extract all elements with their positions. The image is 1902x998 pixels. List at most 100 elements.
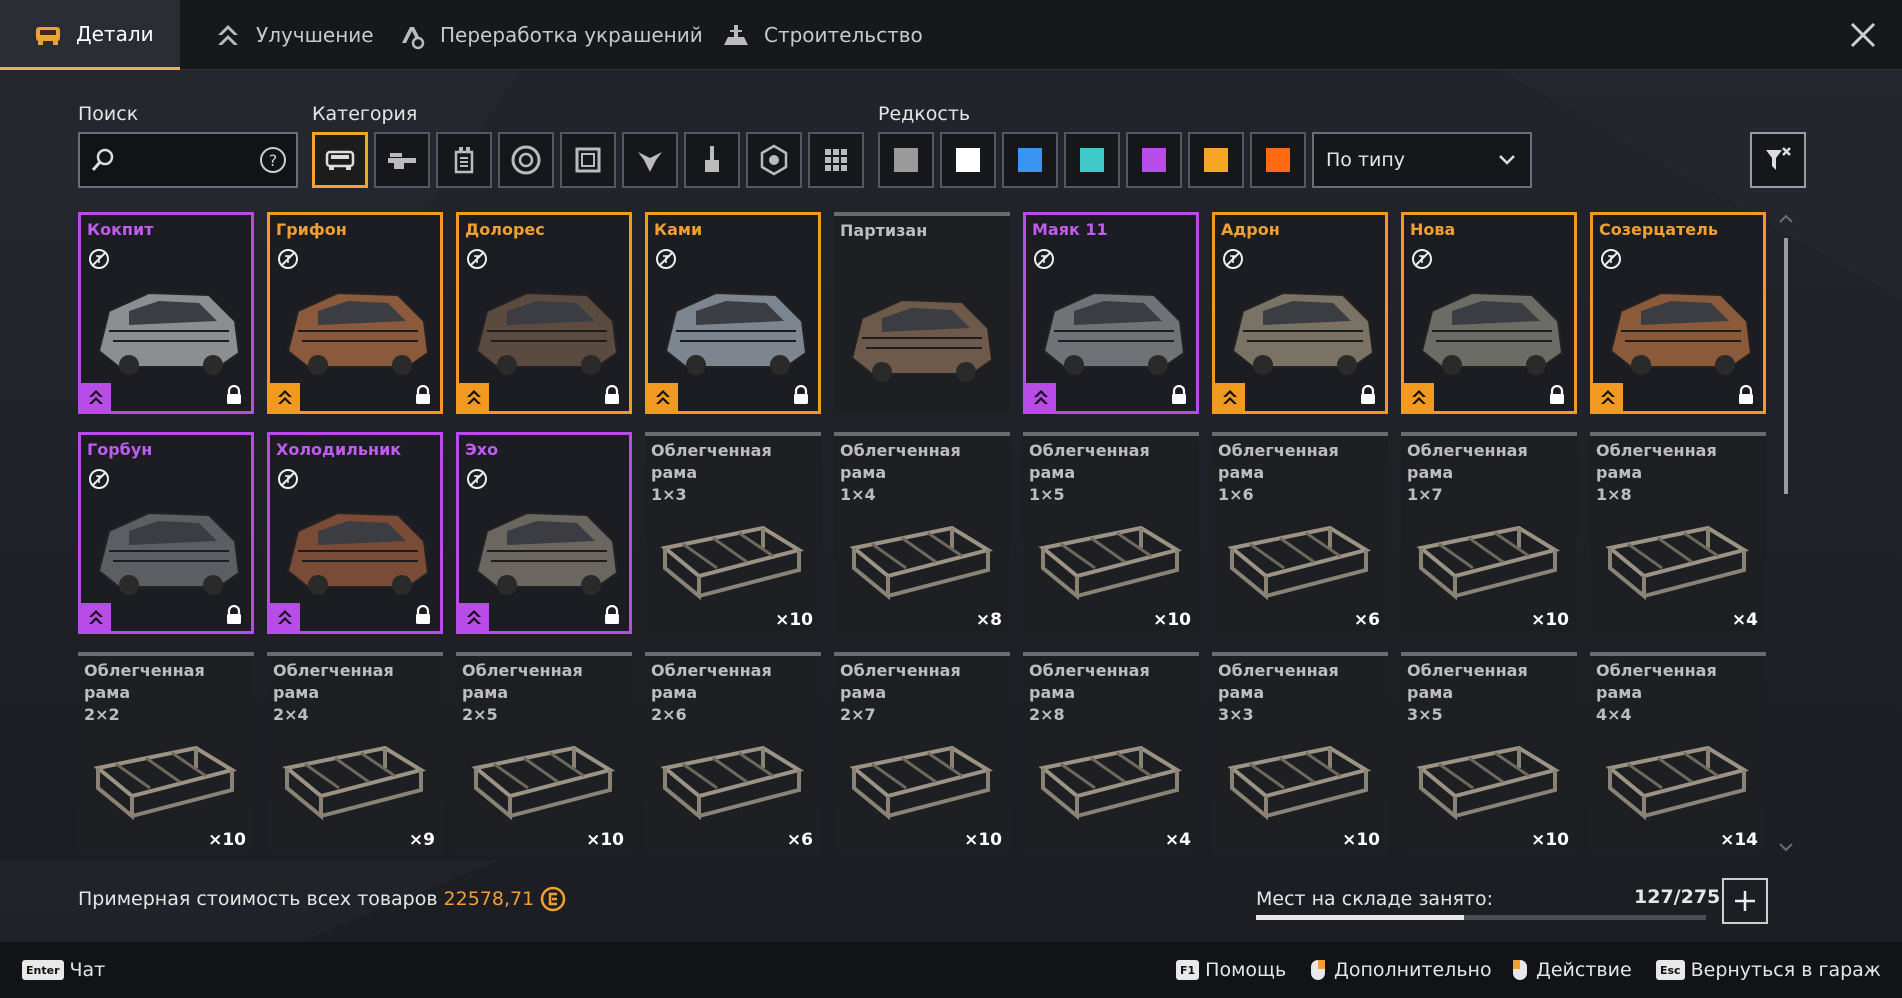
rarity-filter-button[interactable] xyxy=(1002,132,1058,188)
extra-hint[interactable]: Дополнительно xyxy=(1310,942,1492,998)
item-card[interactable]: Облегченная рама 2×2 ×10 xyxy=(78,652,254,854)
scrollbar[interactable] xyxy=(1778,212,1794,854)
item-card[interactable]: Облегченная рама 1×4 ×8 xyxy=(834,432,1010,634)
category-module-button[interactable] xyxy=(746,132,802,188)
search-box[interactable]: ? xyxy=(78,132,298,188)
f1-key-icon: F1 xyxy=(1176,960,1200,980)
item-card[interactable]: Облегченная рама 1×7 ×10 xyxy=(1401,432,1577,634)
item-card[interactable]: Партизан xyxy=(834,212,1010,414)
category-all-button[interactable] xyxy=(808,132,864,188)
item-name: Облегченная рама 2×8 xyxy=(1029,661,1150,724)
item-card[interactable]: Адрон xyxy=(1212,212,1388,414)
item-name: Горбун xyxy=(87,440,153,459)
item-quantity: ×9 xyxy=(408,830,435,850)
weapon-icon xyxy=(388,153,416,169)
rarity-swatch xyxy=(1018,148,1042,172)
plus-icon xyxy=(1735,891,1755,911)
rarity-filter-button[interactable] xyxy=(878,132,934,188)
rarity-filter-button[interactable] xyxy=(1250,132,1306,188)
tab-details[interactable]: Детали xyxy=(0,0,180,70)
category-decor-button[interactable] xyxy=(622,132,678,188)
not-tradeable-icon xyxy=(467,249,487,269)
scrollbar-thumb[interactable] xyxy=(1784,238,1788,494)
item-card[interactable]: Облегченная рама 1×3 ×10 xyxy=(645,432,821,634)
item-card[interactable]: Облегченная рама 4×4 ×14 xyxy=(1590,652,1766,854)
item-quantity: ×10 xyxy=(586,830,624,850)
category-label: Категория xyxy=(312,103,418,125)
item-image xyxy=(1227,745,1372,821)
category-paint-button[interactable] xyxy=(684,132,740,188)
category-frame-button[interactable] xyxy=(560,132,616,188)
rank-chevrons-icon xyxy=(1034,390,1048,404)
not-tradeable-icon xyxy=(1412,249,1432,269)
top-navigation: Детали Улучшение Переработка украшений С… xyxy=(0,0,1902,70)
category-weapon-button[interactable] xyxy=(374,132,430,188)
rarity-filter-button[interactable] xyxy=(1126,132,1182,188)
item-name: Облегченная рама 3×3 xyxy=(1218,661,1339,724)
rank-chevrons-icon xyxy=(1223,390,1237,404)
lock-icon xyxy=(1550,385,1564,404)
item-card[interactable]: Эхо xyxy=(456,432,632,634)
tab-label: Переработка украшений xyxy=(440,23,703,47)
close-icon[interactable] xyxy=(1846,18,1880,52)
item-card[interactable]: Холодильник xyxy=(267,432,443,634)
help-circle-icon[interactable]: ? xyxy=(258,145,288,175)
item-card[interactable]: Ками xyxy=(645,212,821,414)
footer-hints: Enter Чат F1 Помощь Дополнительно Действ… xyxy=(0,942,1902,998)
rank-chevrons-icon xyxy=(89,390,103,404)
tab-construction[interactable]: Строительство xyxy=(688,0,945,70)
item-card[interactable]: Облегченная рама 2×6 ×6 xyxy=(645,652,821,854)
expand-storage-button[interactable] xyxy=(1722,878,1768,924)
item-card[interactable]: Облегченная рама 1×8 ×4 xyxy=(1590,432,1766,634)
item-card[interactable]: Долорес xyxy=(456,212,632,414)
item-card[interactable]: Кокпит xyxy=(78,212,254,414)
lock-icon xyxy=(416,385,430,404)
action-hint[interactable]: Действие xyxy=(1512,942,1632,998)
item-card[interactable]: Облегченная рама 2×8 ×4 xyxy=(1023,652,1199,854)
rank-badge xyxy=(270,383,300,411)
item-card[interactable]: Облегченная рама 3×5 ×10 xyxy=(1401,652,1577,854)
back-to-garage-hint[interactable]: Esc Вернуться в гараж xyxy=(1656,942,1881,998)
rank-badge xyxy=(648,383,678,411)
item-card[interactable]: Облегченная рама 1×5 ×10 xyxy=(1023,432,1199,634)
search-input[interactable] xyxy=(127,149,247,171)
rarity-filter-button[interactable] xyxy=(1188,132,1244,188)
item-name: Маяк 11 xyxy=(1032,220,1108,239)
lock-icon xyxy=(227,605,241,624)
item-card[interactable]: Облегченная рама 2×5 ×10 xyxy=(456,652,632,854)
item-card[interactable]: Грифон xyxy=(267,212,443,414)
help-hint[interactable]: F1 Помощь xyxy=(1176,942,1286,998)
item-image xyxy=(282,745,427,821)
item-card[interactable]: Маяк 11 xyxy=(1023,212,1199,414)
rank-badge xyxy=(81,383,111,411)
sort-select[interactable]: По типу xyxy=(1312,132,1532,188)
rarity-swatch xyxy=(1142,148,1166,172)
item-card[interactable]: Созерцатель xyxy=(1590,212,1766,414)
rank-chevrons-icon xyxy=(1601,390,1615,404)
item-card[interactable]: Нова xyxy=(1401,212,1577,414)
category-cabin-button[interactable] xyxy=(312,132,368,188)
item-name: Ками xyxy=(654,220,703,239)
sort-select-value: По типу xyxy=(1326,149,1406,171)
reset-filters-button[interactable] xyxy=(1750,132,1806,188)
item-image xyxy=(1420,291,1564,375)
item-card[interactable]: Облегченная рама 2×7 ×10 xyxy=(834,652,1010,854)
items-grid: Кокпит Грифон Долорес Ками Партизан Маяк… xyxy=(78,212,1766,854)
rarity-filter-button[interactable] xyxy=(1064,132,1120,188)
search-icon xyxy=(91,148,114,171)
mouse-left-click-icon xyxy=(1513,960,1527,980)
item-card[interactable]: Облегченная рама 2×4 ×9 xyxy=(267,652,443,854)
item-card[interactable]: Облегченная рама 3×3 ×10 xyxy=(1212,652,1388,854)
item-card[interactable]: Горбун xyxy=(78,432,254,634)
rarity-filter-button[interactable] xyxy=(940,132,996,188)
rank-chevrons-icon xyxy=(467,390,481,404)
category-engine-button[interactable] xyxy=(436,132,492,188)
item-image xyxy=(1605,745,1750,821)
category-wheel-button[interactable] xyxy=(498,132,554,188)
chat-hint[interactable]: Enter Чат xyxy=(22,942,105,998)
tab-recycle-decor[interactable]: Переработка украшений xyxy=(364,0,725,70)
item-name: Нова xyxy=(1410,220,1456,239)
item-image xyxy=(1038,745,1183,821)
item-image xyxy=(286,511,430,595)
item-card[interactable]: Облегченная рама 1×6 ×6 xyxy=(1212,432,1388,634)
